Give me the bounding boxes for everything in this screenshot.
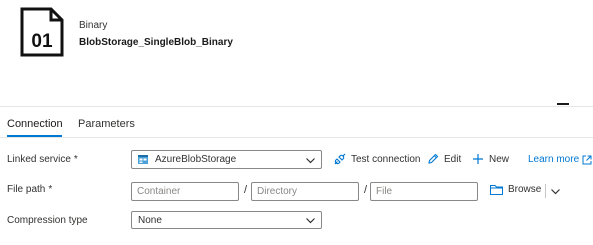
compression-type-select[interactable]: None — [131, 211, 322, 229]
required-mark: * — [48, 184, 53, 195]
browse-divider — [545, 184, 546, 198]
tab-connection[interactable]: Connection — [7, 118, 63, 130]
test-connection-button[interactable]: Test connection — [333, 153, 421, 166]
file-icon-text: 01 — [31, 31, 53, 52]
external-link-icon — [582, 155, 592, 164]
chevron-down-icon[interactable] — [550, 186, 561, 197]
container-input[interactable] — [131, 182, 239, 201]
tab-parameters[interactable]: Parameters — [78, 118, 135, 130]
storage-icon — [138, 155, 148, 164]
linked-service-value: AzureBlobStorage — [155, 154, 237, 165]
plus-icon — [473, 154, 483, 164]
dataset-type: Binary — [79, 20, 108, 31]
learn-more-link[interactable]: Learn more — [528, 154, 593, 165]
learn-more-label: Learn more — [528, 154, 580, 165]
compression-type-value: None — [138, 214, 162, 226]
pencil-icon — [428, 153, 439, 164]
test-connection-label: Test connection — [351, 154, 421, 165]
compression-type-label: Compression type — [7, 215, 88, 226]
path-separator: / — [244, 184, 248, 196]
new-button[interactable]: New — [472, 153, 509, 165]
edit-label: Edit — [444, 153, 462, 165]
directory-input[interactable] — [251, 182, 359, 201]
linked-service-select[interactable]: AzureBlobStorage — [131, 150, 322, 169]
dataset-name: BlobStorage_SingleBlob_Binary — [79, 37, 233, 48]
required-mark: * — [73, 154, 78, 165]
browse-button[interactable]: Browse — [490, 184, 541, 195]
new-label: New — [489, 153, 510, 165]
path-separator: / — [364, 184, 368, 196]
chevron-down-icon — [306, 158, 315, 164]
browse-label: Browse — [508, 184, 542, 195]
file-input[interactable] — [370, 182, 478, 201]
collapse-handle[interactable] — [557, 103, 569, 105]
edit-button[interactable]: Edit — [427, 153, 461, 165]
folder-icon — [490, 185, 503, 195]
binary-file-icon: 01 — [20, 7, 64, 57]
linked-service-label: Linked service * — [7, 154, 78, 165]
file-path-label: File path * — [7, 184, 53, 195]
header-divider — [0, 106, 593, 107]
tabs-divider — [0, 137, 593, 138]
chevron-down-icon — [306, 218, 315, 224]
plug-icon — [334, 153, 346, 165]
